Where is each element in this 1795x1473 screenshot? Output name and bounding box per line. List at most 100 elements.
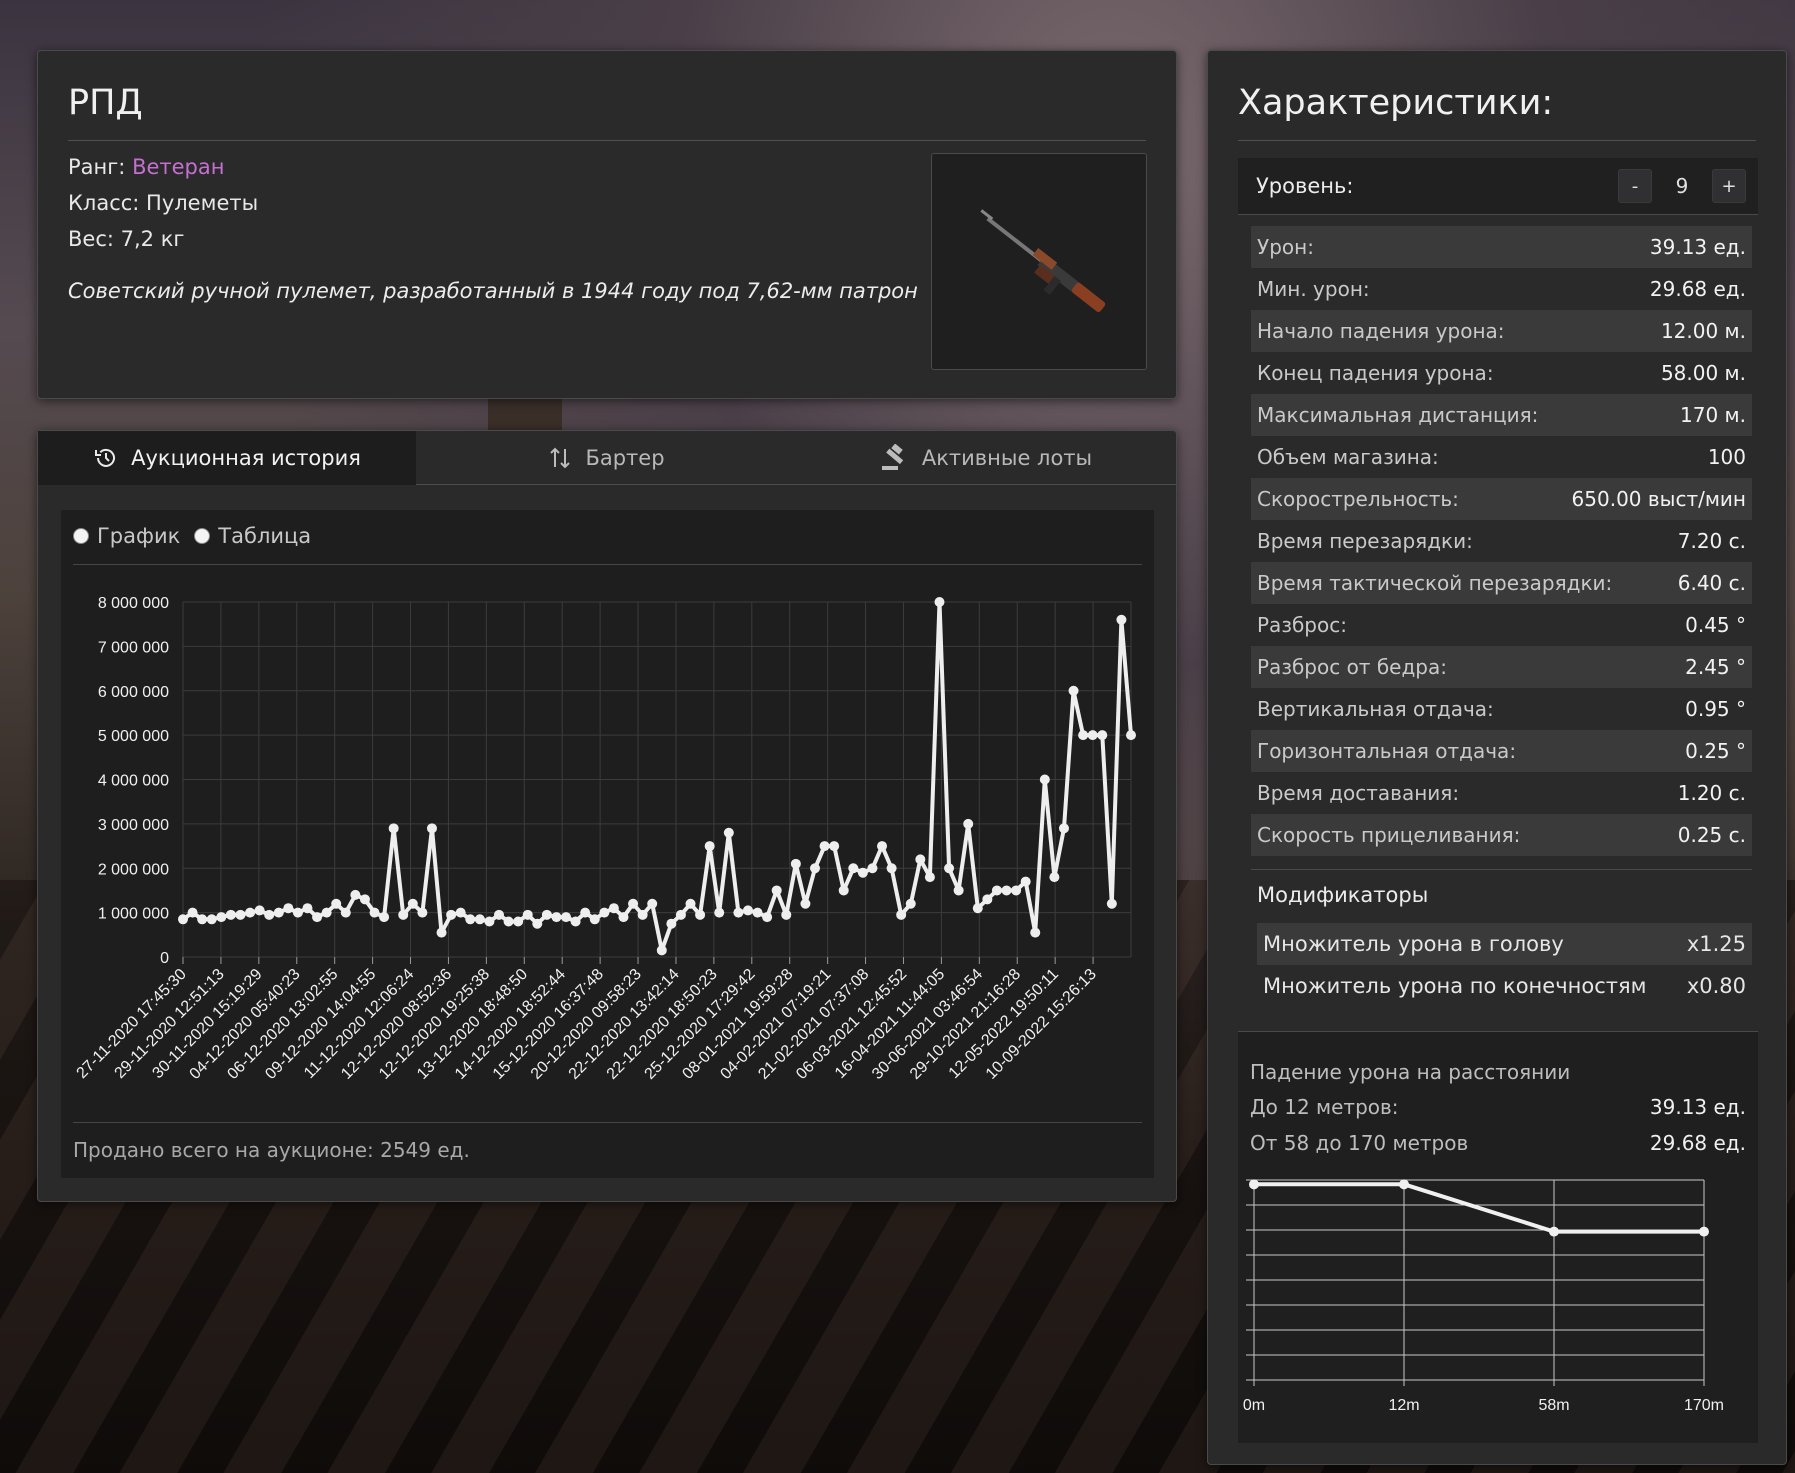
rank-label: Ранг: [68,155,126,179]
price-point [580,907,591,918]
view-option-label: График [97,524,181,548]
stat-label: Мин. урон: [1257,277,1370,301]
tab-barter[interactable]: Бартер [416,431,796,485]
stat-value: 0.25 ° [1685,739,1746,763]
price-point [216,912,227,923]
x-tick-label: 170m [1684,1397,1724,1414]
price-point [599,907,610,918]
price-point [292,907,303,918]
stat-value: 0.45 ° [1685,613,1746,637]
item-class: Класс: Пулеметы [68,191,259,215]
falloff-value: 29.68 ед. [1649,1131,1746,1155]
price-point [273,907,284,918]
price-point [1106,898,1117,909]
price-point [474,914,485,925]
price-point [388,823,399,834]
price-point [877,841,888,852]
radio-table[interactable] [194,528,211,544]
stats-title: Характеристики: [1238,83,1554,123]
price-point [666,918,677,929]
price-point [972,903,983,914]
price-point [484,916,495,927]
stat-row: Время тактической перезарядки: 6.40 с. [1251,562,1752,604]
tab-auction-history[interactable]: Аукционная история [38,431,416,485]
price-point [225,909,236,920]
price-point [723,827,734,838]
price-point [848,863,859,874]
y-tick-label: 2 000 000 [98,861,169,878]
price-point [762,912,773,923]
price-point [781,909,792,920]
item-description: Советский ручной пулемет, разработанный … [68,279,918,303]
price-point [790,858,801,869]
price-point [915,854,926,865]
price-point [829,841,840,852]
y-tick-label: 7 000 000 [98,639,169,656]
divider [73,1122,1142,1123]
modifier-value: x1.25 [1686,932,1746,956]
price-point [1001,885,1012,896]
price-point [867,863,878,874]
radio-chart[interactable] [73,528,89,544]
level-decrease-button[interactable]: - [1618,169,1652,203]
price-point [1058,823,1069,834]
falloff-row: От 58 до 170 метров 29.68 ед. [1250,1131,1746,1155]
y-tick-label: 3 000 000 [98,817,169,834]
tab-active-lots[interactable]: Активные лоты [796,431,1176,485]
falloff-value: 39.13 ед. [1649,1095,1746,1119]
stat-row: Время доставания: 1.20 с. [1251,772,1752,814]
stat-value: 0.25 с. [1677,823,1746,847]
price-point [283,903,294,914]
price-point [340,907,351,918]
modifier-list: Множитель урона в голову x1.25 Множитель у… [1257,923,1752,1007]
swap-arrows-icon [550,447,571,469]
tab-label: Бартер [585,446,665,470]
stat-label: Время доставания: [1257,781,1460,805]
x-tick-label: 58m [1538,1397,1569,1414]
price-point [838,885,849,896]
price-point [628,898,639,909]
price-point [331,898,342,909]
stat-label: Время тактической перезарядки: [1257,571,1613,595]
price-point [742,905,753,916]
price-point [570,916,581,927]
divider [68,140,1146,141]
price-point [800,898,811,909]
auction-panel: Аукционная история Бартер Активные лоты … [37,430,1177,1202]
damage-falloff-chart: 0m 12m 58m 170m [1243,1179,1724,1414]
price-point [714,907,725,918]
view-option-label: Таблица [218,524,312,548]
level-value: 9 [1675,174,1689,198]
level-increase-button[interactable]: + [1712,169,1746,203]
stat-label: Время перезарядки: [1257,529,1473,553]
stat-row: Конец падения урона: 58.00 м. [1251,352,1752,394]
modifier-label: Множитель урона в голову [1263,932,1564,956]
item-rank: Ранг: Ветеран [68,155,224,179]
price-point [245,907,256,918]
view-option-table[interactable]: Таблица [194,524,311,548]
price-point [522,909,533,920]
stat-value: 650.00 выст/мин [1571,487,1746,511]
stat-value: 0.95 ° [1685,697,1746,721]
price-point [187,907,198,918]
price-point [857,867,868,878]
price-point [675,909,686,920]
price-point [934,597,945,607]
price-point [896,909,907,920]
stat-row: Начало падения урона: 12.00 м. [1251,310,1752,352]
tab-label: Аукционная история [131,446,361,470]
view-option-chart[interactable]: График [73,524,180,548]
price-point [302,903,313,914]
x-tick-label: 12m [1388,1397,1419,1414]
stat-row: Горизонтальная отдача: 0.25 ° [1251,730,1752,772]
price-point [561,912,572,923]
price-point [982,894,993,905]
price-point [551,912,562,923]
price-point [1039,774,1050,785]
stat-row: Скорострельность: 650.00 выст/мин [1251,478,1752,520]
price-point [312,912,323,923]
price-point [426,823,437,834]
price-history-box: График Таблица 0 1 000 000 2 000 000 3 000 … [61,510,1154,1178]
price-point [991,885,1002,896]
gavel-icon [881,444,904,470]
